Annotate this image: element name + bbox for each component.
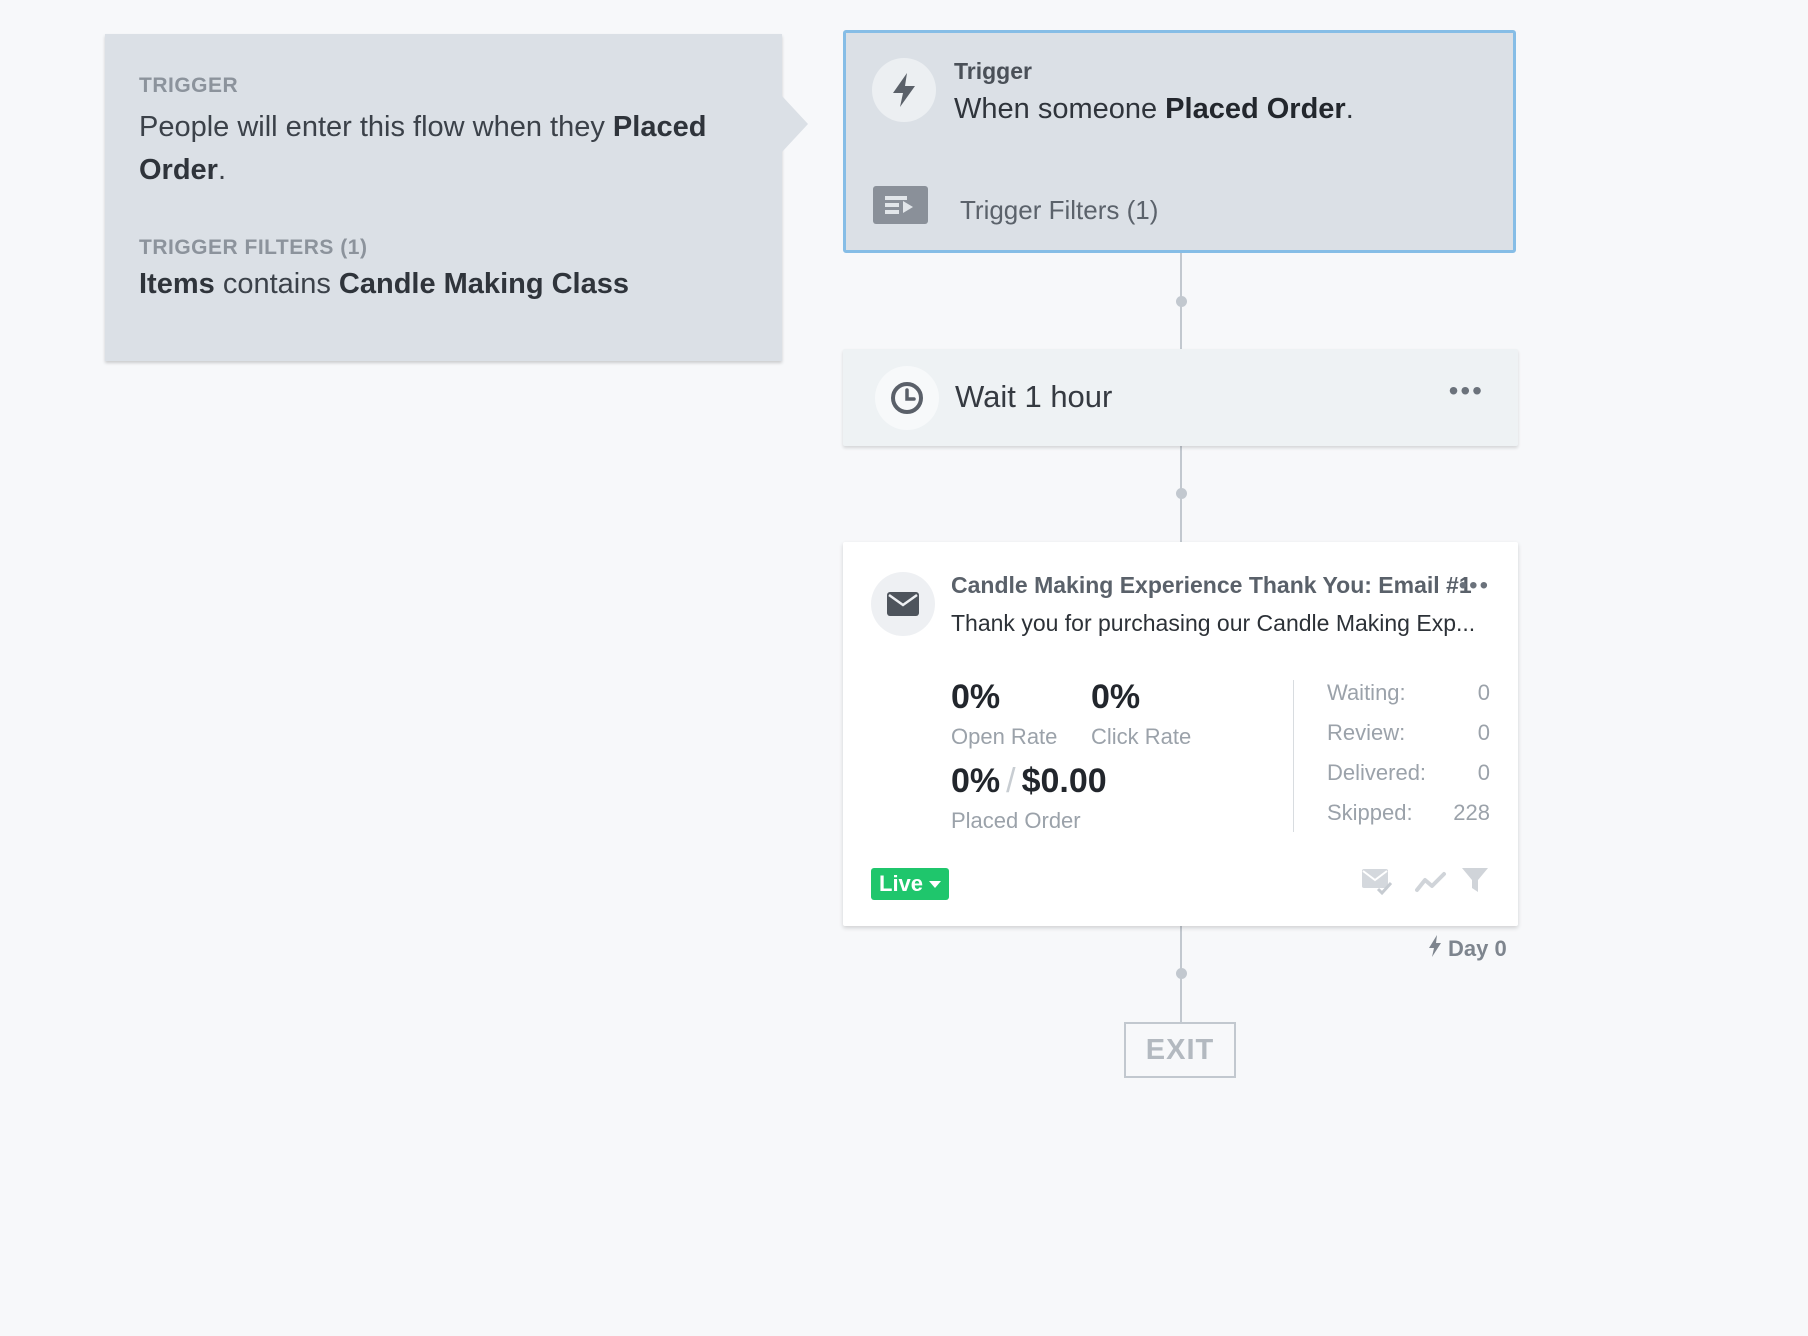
day-label-text: Day 0	[1448, 936, 1507, 961]
connector-dot	[1176, 968, 1187, 979]
wait-step-label: Wait 1 hour	[955, 379, 1113, 414]
placed-order-stats: 0% / $0.00	[951, 762, 1107, 801]
delivered-value: 0	[1477, 760, 1490, 785]
placed-order-label: Placed Order	[951, 808, 1081, 833]
filter-list-icon	[873, 186, 928, 224]
lightning-icon	[1428, 935, 1442, 963]
review-label: Review:	[1327, 720, 1406, 745]
email-subject-line: Thank you for purchasing our Candle Maki…	[951, 610, 1476, 636]
waiting-value: 0	[1477, 680, 1490, 705]
connector-dot	[1176, 296, 1187, 307]
flow-exit-node: EXIT	[1124, 1022, 1236, 1078]
placed-order-separator: /	[1006, 762, 1016, 800]
filter-field: Items	[139, 268, 215, 300]
trigger-card-desc-prefix: When someone	[954, 93, 1166, 125]
delay-day-label: Day 0	[1428, 935, 1507, 963]
open-rate-value: 0%	[951, 678, 1001, 716]
wait-step-menu-button[interactable]: •••	[1449, 377, 1484, 405]
skipped-value: 228	[1453, 800, 1490, 825]
open-rate-label: Open Rate	[951, 724, 1058, 749]
waiting-label: Waiting:	[1327, 680, 1406, 705]
wait-step-card[interactable]: Wait 1 hour •••	[843, 349, 1518, 446]
trend-icon[interactable]	[1415, 866, 1447, 901]
trigger-card-event: Placed Order	[1165, 93, 1346, 125]
trigger-filters-section-label: TRIGGER FILTERS (1)	[139, 236, 368, 259]
skipped-label: Skipped:	[1327, 800, 1413, 825]
email-step-title[interactable]: Candle Making Experience Thank You: Emai…	[951, 572, 1472, 599]
trigger-card[interactable]: Trigger When someone Placed Order. Trigg…	[843, 30, 1516, 253]
placed-order-rate: 0%	[951, 762, 1001, 800]
email-step-card[interactable]: Candle Making Experience Thank You: Emai…	[843, 542, 1518, 926]
trigger-filters-link[interactable]: Trigger Filters (1)	[960, 195, 1158, 226]
trigger-info-panel: TRIGGER People will enter this flow when…	[105, 34, 808, 361]
stats-divider	[1293, 680, 1294, 832]
trigger-section-label: TRIGGER	[139, 74, 239, 97]
click-rate-label: Click Rate	[1091, 724, 1192, 749]
filter-funnel-icon[interactable]	[1461, 866, 1489, 901]
trigger-card-description: When someone Placed Order.	[954, 93, 1354, 126]
review-value: 0	[1477, 720, 1490, 745]
delivered-label: Delivered:	[1327, 760, 1427, 785]
envelope-icon	[871, 572, 935, 636]
trigger-description-suffix: .	[217, 154, 227, 186]
trigger-card-desc-suffix: .	[1345, 93, 1354, 125]
email-check-icon[interactable]	[1361, 866, 1393, 901]
trigger-card-title: Trigger	[954, 58, 1032, 84]
trigger-description-prefix: People will enter this flow when they	[139, 111, 613, 143]
caret-down-icon	[929, 880, 942, 888]
lightning-icon	[872, 58, 936, 122]
status-dropdown[interactable]: Live	[871, 868, 950, 900]
filter-value: Candle Making Class	[338, 268, 629, 300]
placed-order-revenue: $0.00	[1021, 762, 1107, 800]
connector-dot	[1176, 488, 1187, 499]
filter-operator: contains	[214, 268, 339, 300]
clock-icon	[875, 366, 939, 430]
status-label: Live	[879, 871, 924, 896]
click-rate-value: 0%	[1091, 678, 1141, 716]
trigger-description: People will enter this flow when they Pl…	[139, 106, 748, 192]
email-step-menu-button[interactable]: •••	[1459, 574, 1490, 598]
trigger-filter-condition: Items contains Candle Making Class	[139, 264, 748, 304]
